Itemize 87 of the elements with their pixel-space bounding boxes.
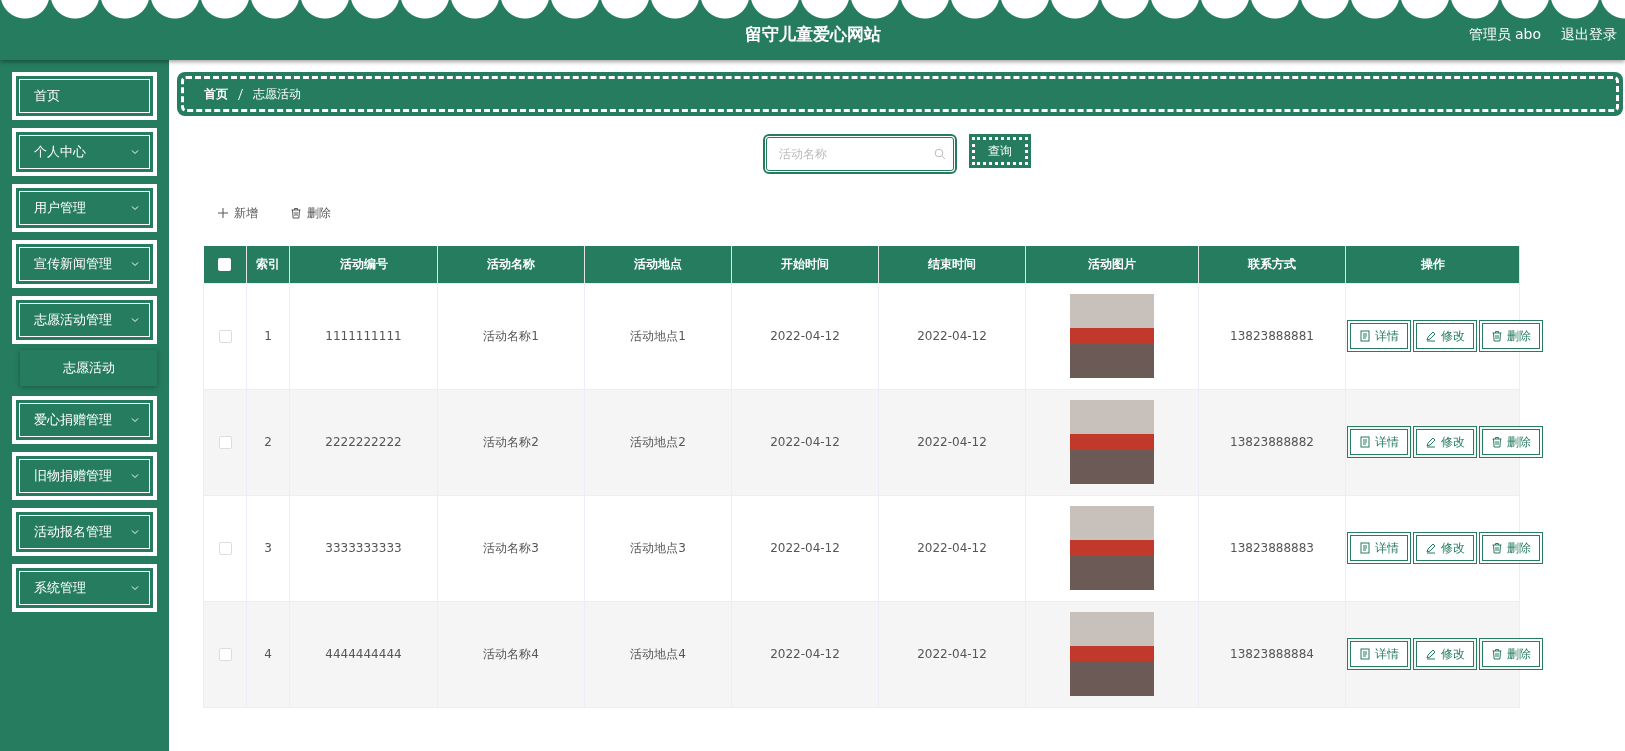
sidebar-item[interactable]: 活动报名管理 (12, 508, 157, 556)
table-cell: 2022-04-12 (878, 601, 1026, 707)
table-cell: 1111111111 (289, 283, 438, 389)
detail-button[interactable]: 详情 (1350, 641, 1408, 667)
document-icon (1359, 330, 1371, 342)
table-cell: 4 (246, 601, 290, 707)
table-cell: 活动名称1 (437, 283, 585, 389)
detail-button[interactable]: 详情 (1350, 535, 1408, 561)
table-cell: 4444444444 (289, 601, 438, 707)
sidebar-item[interactable]: 系统管理 (12, 564, 157, 612)
table-cell: 3 (246, 495, 290, 601)
column-header: 活动名称 (437, 246, 585, 283)
add-button[interactable]: 新增 (213, 200, 262, 226)
table-cell: 2022-04-12 (878, 389, 1026, 495)
table-cell: 2022-04-12 (731, 601, 879, 707)
trash-icon (290, 207, 302, 219)
table-cell: 2 (246, 389, 290, 495)
sidebar-item[interactable]: 旧物捐赠管理 (12, 452, 157, 500)
column-header: 活动编号 (289, 246, 438, 283)
detail-button[interactable]: 详情 (1350, 323, 1408, 349)
table-cell: 活动地点4 (584, 601, 732, 707)
table-cell: 3333333333 (289, 495, 438, 601)
delete-button[interactable]: 删除 (1482, 323, 1540, 349)
sidebar-subitem[interactable]: 志愿活动 (20, 350, 157, 386)
trash-icon (1491, 330, 1503, 342)
logout-link[interactable]: 退出登录 (1561, 24, 1617, 45)
sidebar-item[interactable]: 个人中心 (12, 128, 157, 176)
table-cell: 2222222222 (289, 389, 438, 495)
table-cell: 13823888882 (1198, 389, 1346, 495)
document-icon (1359, 436, 1371, 448)
column-header: 结束时间 (878, 246, 1026, 283)
sidebar-item[interactable]: 用户管理 (12, 184, 157, 232)
table-cell: 活动名称3 (437, 495, 585, 601)
document-icon (1359, 648, 1371, 660)
delete-button[interactable]: 删除 (1482, 535, 1540, 561)
table-cell: 2022-04-12 (731, 283, 879, 389)
trash-icon (1491, 542, 1503, 554)
row-checkbox[interactable] (218, 542, 232, 555)
table-cell: 13823888881 (1198, 283, 1346, 389)
select-all-checkbox[interactable] (218, 258, 232, 272)
table-cell: 2022-04-12 (731, 495, 879, 601)
delete-button[interactable]: 删除 (1482, 641, 1540, 667)
trash-icon (1491, 436, 1503, 448)
sidebar-item[interactable]: 宣传新闻管理 (12, 240, 157, 288)
table-cell: 活动名称2 (437, 389, 585, 495)
site-title: 留守儿童爱心网站 (744, 23, 881, 46)
delete-button[interactable]: 删除 (286, 200, 335, 226)
edit-button[interactable]: 修改 (1416, 535, 1474, 561)
breadcrumb-link[interactable]: 首页 (204, 85, 228, 103)
column-header: 活动图片 (1025, 246, 1199, 283)
column-header: 操作 (1345, 246, 1520, 283)
column-header: 索引 (246, 246, 290, 283)
table-cell: 13823888884 (1198, 601, 1346, 707)
row-checkbox[interactable] (218, 330, 232, 343)
table-cell: 2022-04-12 (878, 495, 1026, 601)
search-field[interactable]: 活动名称 (766, 137, 954, 171)
table-cell: 1 (246, 283, 290, 389)
user-label: 管理员 abo (1468, 25, 1541, 44)
table-cell: 活动地点2 (584, 389, 732, 495)
pencil-icon (1425, 436, 1437, 448)
table-cell: 2022-04-12 (731, 389, 879, 495)
pencil-icon (1425, 542, 1437, 554)
sidebar-item[interactable]: 首页 (12, 72, 157, 120)
row-checkbox[interactable] (218, 648, 232, 661)
document-icon (1359, 542, 1371, 554)
edit-button[interactable]: 修改 (1416, 641, 1474, 667)
edit-button[interactable]: 修改 (1416, 323, 1474, 349)
search-button[interactable]: 查询 (972, 137, 1028, 165)
delete-button[interactable]: 删除 (1482, 429, 1540, 455)
plus-icon (217, 207, 229, 219)
trash-icon (1491, 648, 1503, 660)
table-cell: 活动地点1 (584, 283, 732, 389)
table-cell: 活动名称4 (437, 601, 585, 707)
edit-button[interactable]: 修改 (1416, 429, 1474, 455)
search-icon (934, 148, 946, 160)
pencil-icon (1425, 648, 1437, 660)
column-header: 联系方式 (1198, 246, 1346, 283)
table-cell: 2022-04-12 (878, 283, 1026, 389)
sidebar-item[interactable]: 爱心捐赠管理 (12, 396, 157, 444)
column-header: 开始时间 (731, 246, 879, 283)
table-cell: 13823888883 (1198, 495, 1346, 601)
table-cell: 活动地点3 (584, 495, 732, 601)
sidebar-item[interactable]: 志愿活动管理 (12, 296, 157, 344)
row-checkbox[interactable] (218, 436, 232, 449)
column-header: 活动地点 (584, 246, 732, 283)
pencil-icon (1425, 330, 1437, 342)
detail-button[interactable]: 详情 (1350, 429, 1408, 455)
